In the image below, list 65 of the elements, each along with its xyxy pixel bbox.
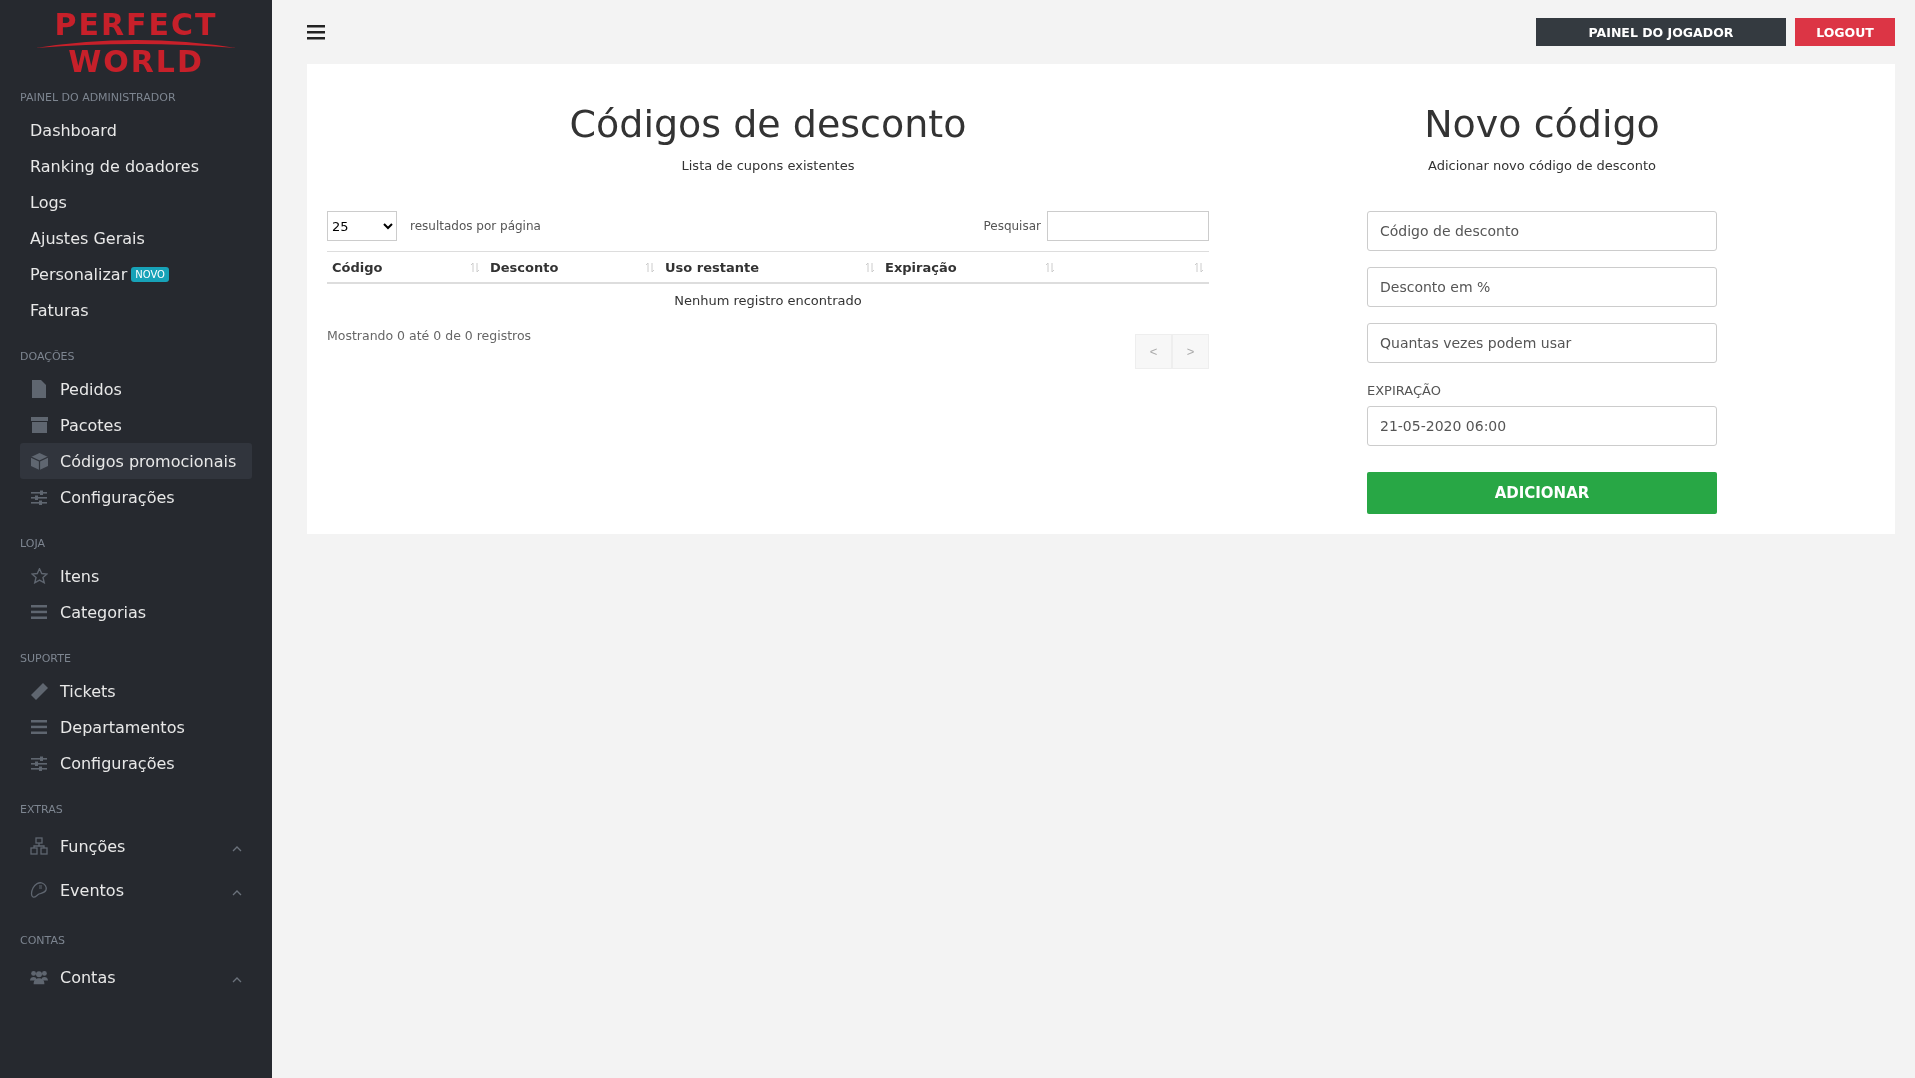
list-icon (31, 605, 47, 619)
star-icon (30, 568, 48, 584)
input-field[interactable]: Desconto em % (1367, 267, 1717, 307)
archive-box-icon (30, 417, 48, 433)
sidebar-item[interactable]: Eventos (20, 868, 252, 912)
sidebar-item[interactable]: Dashboard (20, 112, 252, 148)
form-subtitle: Adicionar novo código de desconto (1428, 158, 1656, 173)
logout-button[interactable]: LOGOUT (1795, 18, 1895, 46)
sidebar-item[interactable]: Faturas (20, 292, 252, 328)
sidebar-item[interactable]: Ranking de doadores (20, 148, 252, 184)
sidebar-item[interactable]: Funções (20, 824, 252, 868)
sort-icon[interactable] (1045, 261, 1055, 273)
section-heading: LOJA (19, 537, 46, 550)
sidebar-item[interactable]: Personalizar NOVO (20, 256, 252, 292)
column-header[interactable]: Código (332, 259, 383, 275)
menu-icon[interactable] (307, 24, 325, 40)
page-subtitle: Lista de cupons existentes (680, 158, 856, 173)
sliders-icon (31, 755, 47, 771)
file-icon (31, 380, 47, 398)
users-icon (30, 969, 48, 985)
empty-message: Nenhum registro encontrado (674, 292, 862, 308)
section-heading: EXTRAS (19, 803, 64, 816)
sidebar-item[interactable]: Configurações (20, 479, 252, 515)
sidebar-item[interactable]: Logs (20, 184, 252, 220)
sidebar-item[interactable]: Contas (20, 955, 252, 999)
sliders-icon (31, 489, 47, 505)
sidebar-item[interactable]: Categorias (20, 594, 252, 630)
section-heading: CONTAS (19, 934, 66, 947)
ticket-icon (30, 682, 48, 700)
sidebar-item[interactable]: Configurações (20, 745, 252, 781)
sort-icon[interactable] (1194, 261, 1204, 273)
input-field[interactable]: Quantas vezes podem usar (1367, 323, 1717, 363)
field-label: EXPIRAÇÃO (1367, 383, 1442, 398)
section-heading: SUPORTE (19, 652, 72, 665)
page-title: Códigos de desconto (568, 102, 968, 146)
page-size-select[interactable]: 25 (327, 211, 397, 241)
sidebar-item[interactable]: Ajustes Gerais (20, 220, 252, 256)
sidebar-item[interactable]: Itens (20, 558, 252, 594)
column-header[interactable]: Desconto (490, 259, 559, 275)
search-field[interactable] (1047, 211, 1209, 241)
logo: PERFECT WORLD (0, 0, 272, 91)
search-label: Pesquisar (983, 219, 1041, 233)
sitemap-icon (30, 837, 48, 855)
sidebar-item[interactable]: Tickets (20, 673, 252, 709)
sort-icon[interactable] (865, 261, 875, 273)
page-size-label: resultados por página (410, 219, 541, 233)
gamepad-icon (30, 881, 48, 899)
section-heading: PAINEL DO ADMINISTRADOR (19, 91, 177, 104)
table-info: Mostrando 0 até 0 de 0 registros (327, 328, 532, 345)
input-field[interactable]: Código de desconto (1367, 211, 1717, 251)
column-header[interactable]: Expiração (885, 259, 957, 275)
new-badge: NOVO (131, 266, 169, 282)
list-icon (31, 720, 47, 734)
sidebar-item[interactable]: Departamentos (20, 709, 252, 745)
cube-icon (30, 452, 48, 470)
column-header[interactable]: Uso restante (665, 259, 759, 275)
sort-icon[interactable] (645, 261, 655, 273)
sidebar-item[interactable]: Pacotes (20, 407, 252, 443)
sort-icon[interactable] (470, 261, 480, 273)
section-heading: DOAÇÕES (19, 350, 76, 363)
form-title: Novo código (1424, 102, 1660, 146)
player-panel-button[interactable]: PAINEL DO JOGADOR (1536, 18, 1786, 46)
input-field[interactable]: 21-05-2020 06:00 (1367, 406, 1717, 446)
sidebar-item[interactable]: Códigos promocionais (20, 443, 252, 479)
sidebar-item[interactable]: Pedidos (20, 371, 252, 407)
